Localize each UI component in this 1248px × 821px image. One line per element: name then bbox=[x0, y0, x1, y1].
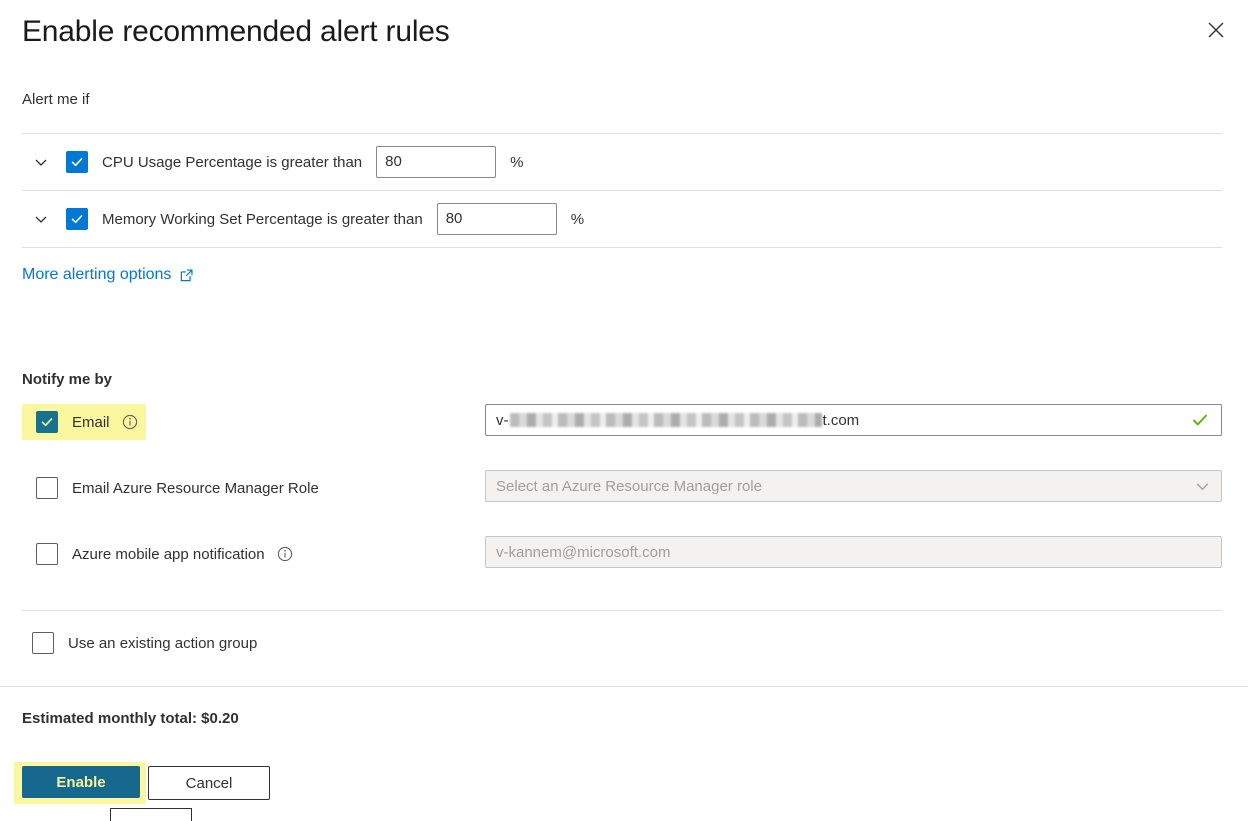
info-icon-glyph bbox=[122, 414, 137, 430]
alert-rule-threshold-input-cpu[interactable]: 80 bbox=[376, 146, 497, 178]
notify-option-mobile-app[interactable]: Azure mobile app notification bbox=[22, 536, 301, 572]
alert-me-if-label: Alert me if bbox=[22, 91, 90, 108]
chevron-down-icon[interactable] bbox=[1194, 478, 1211, 495]
notify-option-email[interactable]: Email bbox=[22, 404, 146, 440]
divider bbox=[22, 610, 1222, 611]
alert-rule-threshold-input-memory[interactable]: 80 bbox=[436, 203, 557, 235]
email-value-redacted bbox=[509, 413, 822, 427]
email-field[interactable]: v-t.com bbox=[485, 404, 1222, 436]
arm-role-select[interactable]: Select an Azure Resource Manager role bbox=[485, 470, 1222, 502]
external-link-icon bbox=[181, 268, 193, 281]
check-icon bbox=[41, 418, 53, 427]
alert-rule-label-cpu: CPU Usage Percentage is greater than bbox=[102, 153, 363, 171]
notify-label-email: Email bbox=[72, 413, 110, 431]
page-title: Enable recommended alert rules bbox=[22, 15, 450, 48]
notify-option-arm-role[interactable]: Email Azure Resource Manager Role bbox=[22, 470, 327, 506]
alert-rule-checkbox-cpu[interactable] bbox=[66, 151, 88, 173]
close-icon[interactable] bbox=[1196, 10, 1236, 50]
notify-checkbox-email[interactable] bbox=[36, 411, 58, 433]
use-existing-action-group-row[interactable]: Use an existing action group bbox=[22, 630, 257, 656]
info-icon-glyph bbox=[277, 546, 292, 562]
email-value-prefix: v- bbox=[496, 411, 509, 429]
divider bbox=[0, 686, 1248, 687]
alert-rule-checkbox-memory[interactable] bbox=[66, 208, 88, 230]
notify-row-arm-role: Email Azure Resource Manager Role Select… bbox=[0, 470, 1248, 536]
alert-rule-row-cpu: CPU Usage Percentage is greater than 80 … bbox=[22, 134, 1222, 190]
chevron-down-icon[interactable] bbox=[26, 147, 56, 177]
check-icon bbox=[71, 215, 83, 224]
notify-me-by-label: Notify me by bbox=[22, 371, 113, 388]
alert-rule-unit-memory: % bbox=[570, 210, 585, 228]
use-existing-action-group-label: Use an existing action group bbox=[68, 634, 258, 652]
notify-label-mobile-app: Azure mobile app notification bbox=[72, 545, 265, 563]
chevron-down-icon-glyph bbox=[1196, 483, 1209, 491]
chevron-down-icon-glyph bbox=[35, 216, 47, 223]
green-check-icon bbox=[1191, 411, 1209, 429]
partial-offscreen-control bbox=[110, 808, 192, 821]
enable-button[interactable]: Enable bbox=[22, 766, 140, 798]
notify-label-arm-role: Email Azure Resource Manager Role bbox=[72, 479, 319, 497]
mobile-app-placeholder: v-kannem@microsoft.com bbox=[496, 543, 671, 561]
green-check-icon-glyph bbox=[1193, 414, 1207, 426]
chevron-down-icon[interactable] bbox=[26, 204, 56, 234]
more-alerting-options-label: More alerting options bbox=[22, 266, 172, 283]
notify-row-mobile-app: Azure mobile app notification v-kannem@m… bbox=[0, 536, 1248, 602]
arm-role-placeholder: Select an Azure Resource Manager role bbox=[496, 477, 762, 495]
estimated-monthly-total: Estimated monthly total: $0.20 bbox=[22, 710, 239, 727]
close-icon-glyph bbox=[1208, 22, 1224, 38]
more-alerting-options-link[interactable]: More alerting options bbox=[22, 266, 194, 284]
divider bbox=[22, 247, 1222, 248]
dialog-button-bar: Enable Cancel bbox=[0, 762, 1248, 806]
alert-rules-list: CPU Usage Percentage is greater than 80 … bbox=[22, 133, 1222, 248]
alert-rule-row-memory: Memory Working Set Percentage is greater… bbox=[22, 191, 1222, 247]
info-icon[interactable] bbox=[277, 546, 293, 562]
info-icon[interactable] bbox=[122, 414, 138, 430]
mobile-app-email-field[interactable]: v-kannem@microsoft.com bbox=[485, 536, 1222, 568]
use-existing-action-group-checkbox[interactable] bbox=[32, 632, 54, 654]
chevron-down-icon-glyph bbox=[35, 159, 47, 166]
cancel-button[interactable]: Cancel bbox=[148, 766, 270, 800]
enable-recommended-alert-rules-dialog: Enable recommended alert rules Alert me … bbox=[0, 0, 1248, 821]
notify-options-list: Email v-t.com Email Azure Resource Manag… bbox=[0, 404, 1248, 602]
alert-rule-label-memory: Memory Working Set Percentage is greater… bbox=[102, 210, 423, 228]
notify-row-email: Email v-t.com bbox=[0, 404, 1248, 470]
enable-button-highlight: Enable bbox=[14, 762, 146, 804]
alert-rule-unit-cpu: % bbox=[510, 153, 524, 171]
notify-checkbox-mobile-app[interactable] bbox=[36, 543, 58, 565]
notify-checkbox-arm-role[interactable] bbox=[36, 477, 58, 499]
email-value-suffix: t.com bbox=[822, 411, 860, 429]
check-icon bbox=[71, 158, 83, 167]
